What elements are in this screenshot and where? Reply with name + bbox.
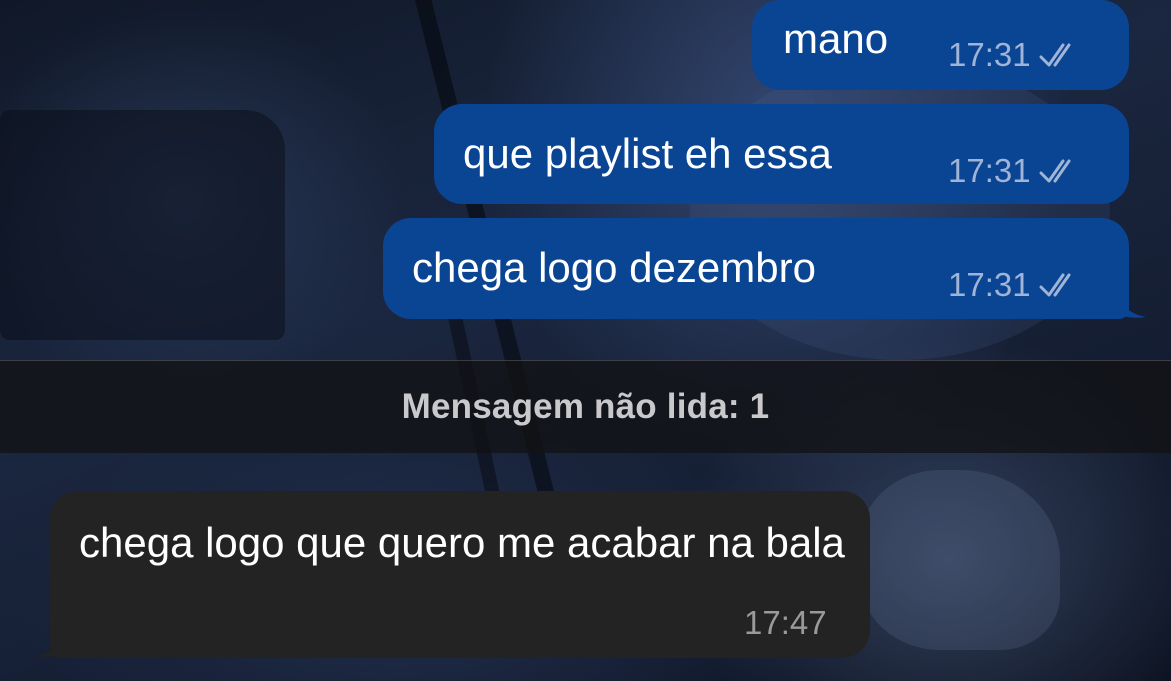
unread-messages-divider: Mensagem não lida: 1 (0, 360, 1171, 453)
message-text: chega logo dezembro (412, 244, 816, 291)
message-time: 17:47 (744, 604, 827, 641)
wallpaper-highlight-shape (860, 470, 1060, 650)
message-time: 17:31 (948, 152, 1031, 189)
message-time: 17:31 (948, 266, 1031, 303)
message-text: que playlist eh essa (463, 130, 832, 177)
message-meta: 17:47 (744, 604, 827, 642)
message-meta: 17:31 (948, 152, 1083, 190)
outgoing-message-bubble[interactable]: que playlist eh essa 17:31 (434, 104, 1129, 204)
message-text: mano (783, 15, 889, 62)
message-text: chega logo que quero me acabar na bala (79, 519, 845, 566)
message-time: 17:31 (948, 36, 1031, 73)
unread-divider-label: Mensagem não lida: 1 (401, 387, 770, 426)
message-meta: 17:31 (948, 36, 1083, 74)
outgoing-message-bubble[interactable]: mano 17:31 (752, 0, 1129, 90)
incoming-bubble-tail (34, 622, 72, 657)
outgoing-bubble-tail (1112, 283, 1146, 318)
double-check-icon (1039, 159, 1071, 183)
outgoing-message-bubble[interactable]: chega logo dezembro 17:31 (383, 218, 1129, 319)
double-check-icon (1039, 273, 1071, 297)
incoming-message-bubble[interactable]: chega logo que quero me acabar na bala 1… (50, 491, 870, 658)
double-check-icon (1039, 43, 1071, 67)
wallpaper-keyboard-shape (0, 110, 285, 340)
message-meta: 17:31 (948, 266, 1083, 304)
